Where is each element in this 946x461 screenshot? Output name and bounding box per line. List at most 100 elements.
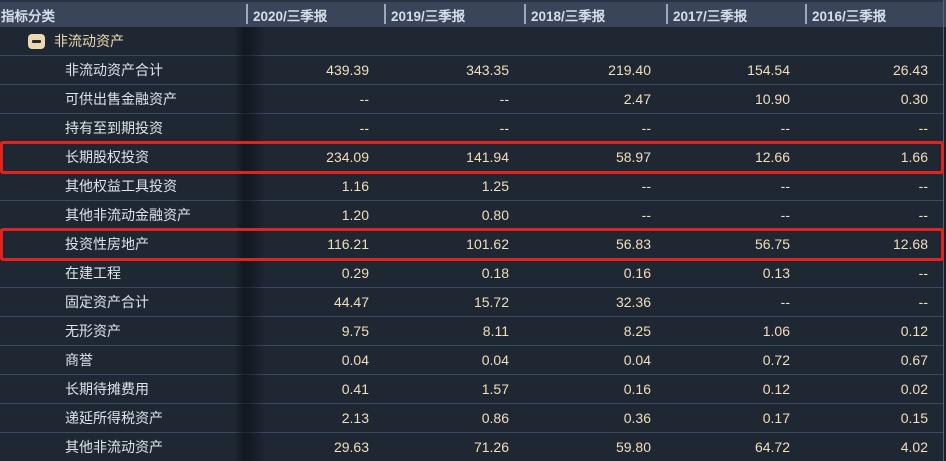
cell-value: -- (805, 172, 943, 200)
empty-cell (246, 27, 384, 55)
cell-value: 0.72 (666, 346, 805, 374)
row-label: 非流动资产合计 (0, 56, 246, 84)
group-row-noncurrent-assets[interactable]: 非流动资产 (0, 27, 943, 56)
collapse-minus-icon[interactable] (28, 34, 45, 49)
cell-value: 8.25 (524, 317, 666, 345)
column-header-2018q3[interactable]: 2018/三季报 (524, 2, 666, 27)
table-row-highlighted[interactable]: 投资性房地产 116.21 101.62 56.83 56.75 12.68 (0, 230, 943, 259)
cell-value: -- (805, 259, 943, 287)
cell-value: 10.90 (666, 85, 805, 113)
column-header-category[interactable]: 指标分类 (0, 2, 246, 27)
cell-value: 0.41 (246, 375, 384, 403)
row-label: 其他权益工具投资 (0, 172, 246, 200)
table-row[interactable]: 其他权益工具投资 1.16 1.25 -- -- -- (0, 172, 943, 201)
cell-value: 1.16 (246, 172, 384, 200)
cell-value: 0.67 (805, 346, 943, 374)
cell-value: 2.47 (524, 85, 666, 113)
cell-value: 0.80 (384, 201, 524, 229)
cell-value: 1.20 (246, 201, 384, 229)
table-row[interactable]: 可供出售金融资产 -- -- 2.47 10.90 0.30 (0, 85, 943, 114)
cell-value: 29.63 (246, 433, 384, 461)
cell-value: 1.57 (384, 375, 524, 403)
cell-value: 56.83 (524, 230, 666, 258)
cell-value: 0.04 (246, 346, 384, 374)
cell-value: -- (384, 114, 524, 142)
table-row[interactable]: 其他非流动资产 29.63 71.26 59.80 64.72 4.02 (0, 433, 943, 461)
table-row[interactable]: 商誉 0.04 0.04 0.04 0.72 0.67 (0, 346, 943, 375)
row-label: 持有至到期投资 (0, 114, 246, 142)
cell-value: 8.11 (384, 317, 524, 345)
cell-value: 0.86 (384, 404, 524, 432)
cell-value: -- (524, 114, 666, 142)
cell-value: 1.66 (805, 143, 943, 171)
cell-value: 0.16 (524, 375, 666, 403)
table-row[interactable]: 递延所得税资产 2.13 0.86 0.36 0.17 0.15 (0, 404, 943, 433)
row-label: 长期待摊费用 (0, 375, 246, 403)
cell-value: 26.43 (805, 56, 943, 84)
table-row-highlighted[interactable]: 长期股权投资 234.09 141.94 58.97 12.66 1.66 (0, 143, 943, 172)
empty-cell (524, 27, 666, 55)
cell-value: -- (246, 114, 384, 142)
cell-value: 0.15 (805, 404, 943, 432)
cell-value: 439.39 (246, 56, 384, 84)
cell-value: 101.62 (384, 230, 524, 258)
cell-value: 64.72 (666, 433, 805, 461)
financial-indicator-table: 指标分类 2020/三季报 2019/三季报 2018/三季报 2017/三季报… (0, 0, 946, 461)
minus-glyph (32, 40, 41, 43)
cell-value: -- (246, 85, 384, 113)
cell-value: 0.30 (805, 85, 943, 113)
cell-value: 2.13 (246, 404, 384, 432)
table-row[interactable]: 在建工程 0.29 0.18 0.16 0.13 -- (0, 259, 943, 288)
cell-value: -- (805, 201, 943, 229)
cell-value: 343.35 (384, 56, 524, 84)
cell-value: 219.40 (524, 56, 666, 84)
row-label: 在建工程 (0, 259, 246, 287)
row-label: 可供出售金融资产 (0, 85, 246, 113)
cell-value: 4.02 (805, 433, 943, 461)
cell-value: -- (384, 85, 524, 113)
table-row[interactable]: 无形资产 9.75 8.11 8.25 1.06 0.12 (0, 317, 943, 346)
empty-cell (384, 27, 524, 55)
cell-value: 59.80 (524, 433, 666, 461)
cell-value: -- (666, 288, 805, 316)
cell-value: 154.54 (666, 56, 805, 84)
table-row[interactable]: 持有至到期投资 -- -- -- -- -- (0, 114, 943, 143)
row-label: 递延所得税资产 (0, 404, 246, 432)
cell-value: -- (524, 201, 666, 229)
column-header-2016q3[interactable]: 2016/三季报 (805, 2, 943, 27)
row-label: 无形资产 (0, 317, 246, 345)
row-label: 其他非流动金融资产 (0, 201, 246, 229)
column-header-2017q3[interactable]: 2017/三季报 (666, 2, 805, 27)
cell-value: 12.66 (666, 143, 805, 171)
table-body: 非流动资产合计 439.39 343.35 219.40 154.54 26.4… (0, 56, 946, 461)
cell-value: 1.25 (384, 172, 524, 200)
row-label: 固定资产合计 (0, 288, 246, 316)
cell-value: 0.29 (246, 259, 384, 287)
column-header-2019q3[interactable]: 2019/三季报 (384, 2, 524, 27)
cell-value: 141.94 (384, 143, 524, 171)
row-label: 投资性房地产 (0, 230, 246, 258)
cell-value: -- (524, 172, 666, 200)
table-row[interactable]: 其他非流动金融资产 1.20 0.80 -- -- -- (0, 201, 943, 230)
cell-value: 0.18 (384, 259, 524, 287)
empty-cell (805, 27, 943, 55)
cell-value: 71.26 (384, 433, 524, 461)
cell-value: -- (666, 172, 805, 200)
table-row[interactable]: 非流动资产合计 439.39 343.35 219.40 154.54 26.4… (0, 56, 943, 85)
cell-value: -- (805, 288, 943, 316)
cell-value: 0.16 (524, 259, 666, 287)
cell-value: 1.06 (666, 317, 805, 345)
table-row[interactable]: 长期待摊费用 0.41 1.57 0.16 0.12 0.02 (0, 375, 943, 404)
cell-value: 15.72 (384, 288, 524, 316)
cell-value: 9.75 (246, 317, 384, 345)
table-row[interactable]: 固定资产合计 44.47 15.72 32.36 -- -- (0, 288, 943, 317)
column-header-2020q3[interactable]: 2020/三季报 (246, 2, 384, 27)
cell-value: -- (666, 201, 805, 229)
cell-value: 12.68 (805, 230, 943, 258)
cell-value: 56.75 (666, 230, 805, 258)
cell-value: 0.04 (384, 346, 524, 374)
cell-value: 0.36 (524, 404, 666, 432)
cell-value: 32.36 (524, 288, 666, 316)
row-label: 商誉 (0, 346, 246, 374)
cell-value: 0.12 (666, 375, 805, 403)
